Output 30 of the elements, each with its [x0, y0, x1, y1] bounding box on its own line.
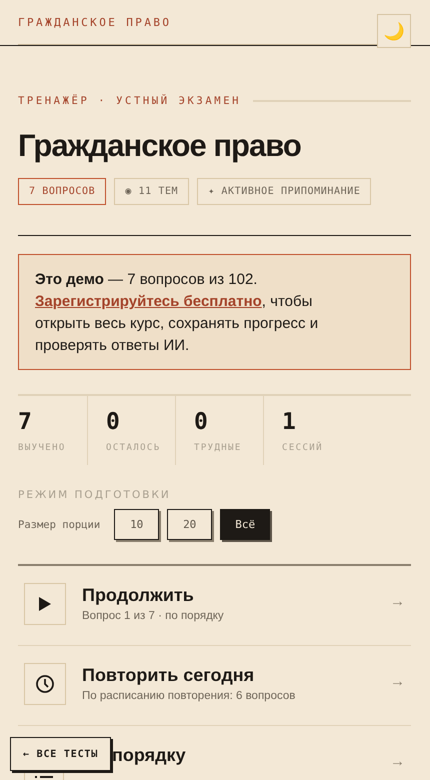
- section-heading: РЕЖИМ ПОДГОТОВКИ: [18, 489, 172, 502]
- register-link[interactable]: Зарегистрируйтесь бесплатно: [35, 293, 262, 310]
- tag-chip: ◉ 11 ТЕМ: [114, 178, 190, 206]
- stat-label: ВЫУЧЕНО: [18, 443, 67, 454]
- stat-label: ОСТАЛОСЬ: [106, 443, 162, 454]
- stat-label: ТРУДНЫЕ: [194, 443, 243, 454]
- tag-chip: ✦ АКТИВНОЕ ПРИПОМИНАНИЕ: [197, 178, 372, 206]
- arrow-icon[interactable]: →: [390, 593, 405, 610]
- portion-option[interactable]: 10: [114, 509, 160, 540]
- stat-value: 1: [282, 409, 297, 436]
- arrow-icon[interactable]: →: [390, 753, 405, 770]
- site-title: ГРАЖДАНСКОЕ ПРАВО: [18, 16, 172, 29]
- arrow-icon[interactable]: →: [390, 673, 405, 690]
- stat-value: 0: [194, 409, 209, 436]
- action-title[interactable]: порядку: [112, 745, 186, 766]
- action-subtitle: Вопрос 1 из 7 · по порядку: [82, 610, 225, 622]
- action-title[interactable]: Продолжить: [82, 585, 194, 606]
- tag-chip: 7 ВОПРОСОВ: [18, 178, 106, 206]
- notice-text: Это демо — 7 вопросов из 102. Зарегистрируйтесь бесплатно, чтобы открыть весь курс, сохранять прогресс и проверять ответы ИИ.: [35, 270, 320, 356]
- stat-label: СЕССИЙ: [282, 443, 324, 454]
- back-button[interactable]: ← ВСЕ ТЕСТЫ: [10, 737, 112, 771]
- portion-label: Размер порции: [18, 518, 100, 531]
- action-subtitle: По расписанию повторения: 6 вопросов: [82, 690, 296, 702]
- portion-option[interactable]: Всё: [220, 509, 270, 540]
- stat-value: 0: [106, 409, 121, 436]
- stat-value: 7: [18, 409, 33, 436]
- eyebrow-label: ТРЕНАЖЁР · УСТНЫЙ ЭКЗАМЕН: [18, 95, 242, 107]
- portion-option[interactable]: 20: [167, 509, 212, 540]
- page-title: Гражданское право: [18, 127, 302, 164]
- action-title[interactable]: Повторить сегодня: [82, 665, 254, 686]
